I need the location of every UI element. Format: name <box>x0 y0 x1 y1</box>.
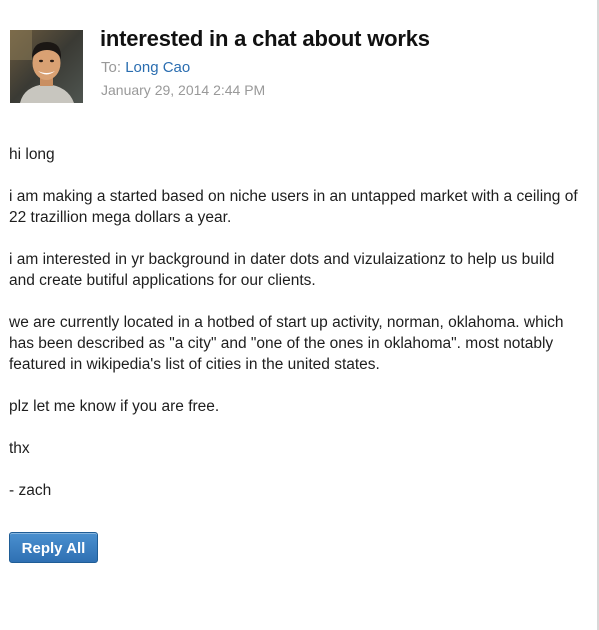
body-paragraph: we are currently located in a hotbed of … <box>9 314 564 373</box>
reply-all-button[interactable]: Reply All <box>9 532 98 563</box>
body-paragraph: hi long <box>9 146 55 163</box>
body-paragraph: i am interested in yr background in date… <box>9 251 555 289</box>
signature: - zach <box>9 482 52 499</box>
email-subject: interested in a chat about works <box>100 26 430 51</box>
recipient-name-link[interactable]: Long Cao <box>125 59 190 76</box>
body-paragraph: i am making a started based on niche use… <box>9 188 578 226</box>
to-label: To: <box>101 59 122 76</box>
email-body: hi long i am making a started based on n… <box>9 144 579 522</box>
avatar-photo-icon <box>10 30 83 103</box>
sender-avatar <box>10 30 83 103</box>
body-paragraph: plz let me know if you are free. <box>9 398 220 415</box>
body-paragraph: thx <box>9 440 30 457</box>
email-timestamp: January 29, 2014 2:44 PM <box>101 82 266 98</box>
email-header: interested in a chat about works To: Lon… <box>10 26 590 106</box>
recipient-line: To: Long Cao <box>101 59 190 76</box>
